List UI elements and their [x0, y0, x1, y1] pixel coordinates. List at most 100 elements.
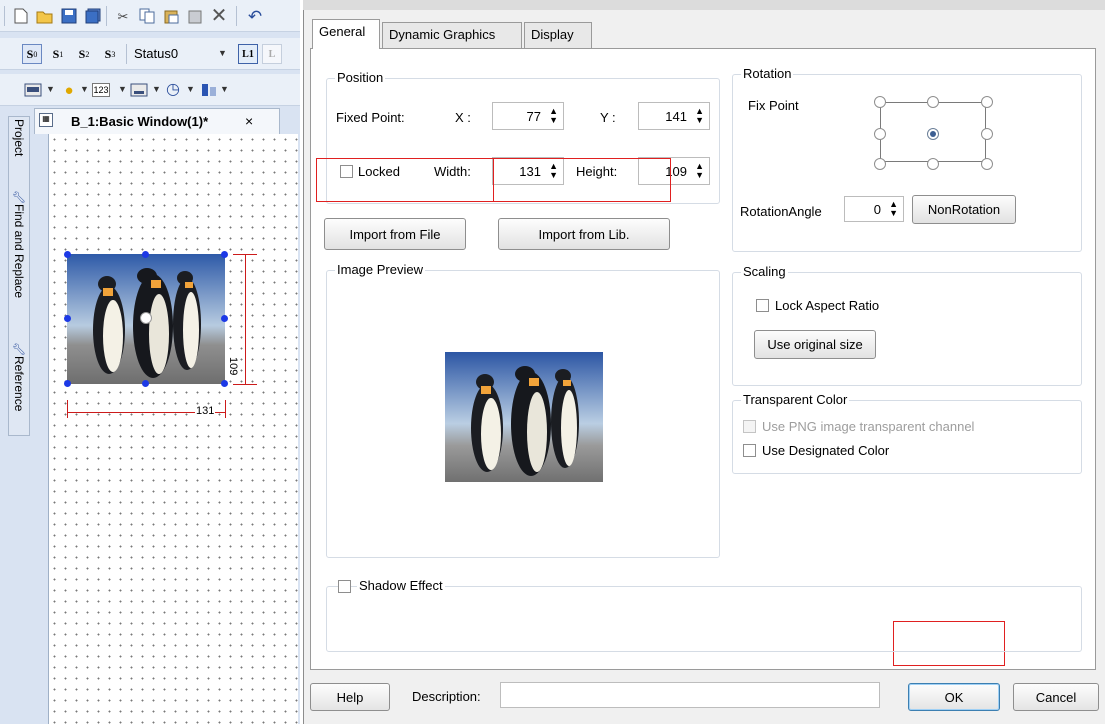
wrench-icon: 🔧︎ [12, 192, 26, 204]
resize-handle-br[interactable] [221, 380, 228, 387]
dimension-line [245, 254, 246, 384]
resize-handle-b[interactable] [142, 380, 149, 387]
close-icon[interactable]: × [245, 113, 253, 129]
paste-icon[interactable] [162, 7, 180, 25]
png-transparent-channel-checkbox[interactable] [743, 420, 756, 433]
fix-point-radio-bl[interactable] [874, 158, 886, 170]
y-spinbox[interactable]: 141 ▲ ▼ [638, 102, 710, 130]
rotation-angle-spinbox[interactable]: 0 ▲ ▼ [844, 196, 904, 222]
copy-icon[interactable] [138, 7, 156, 25]
height-dimension-label: 109 [227, 356, 239, 377]
fix-point-radio-b[interactable] [927, 158, 939, 170]
fix-point-label: Fix Point [748, 98, 799, 113]
toolbar-separator [106, 6, 107, 26]
resize-handle-r[interactable] [221, 315, 228, 322]
fix-point-radio-center[interactable] [927, 128, 939, 140]
design-canvas[interactable]: 109 131 [48, 134, 298, 724]
chevron-down-icon[interactable]: ▼ [186, 84, 195, 94]
tab-find-and-replace[interactable]: 🔧︎ Find and Replace [9, 191, 29, 298]
tab-reference-label: Reference [12, 356, 26, 412]
resize-handle-bl[interactable] [64, 380, 71, 387]
help-button[interactable]: Help [310, 683, 390, 711]
delete-icon[interactable]: ✕ [210, 6, 228, 26]
resize-handle-t[interactable] [142, 251, 149, 258]
image-preview [445, 352, 603, 482]
designated-color-checkbox[interactable] [743, 444, 756, 457]
tab-general[interactable]: General [312, 19, 380, 49]
nonrotation-button[interactable]: NonRotation [912, 195, 1016, 224]
chevron-down-icon[interactable]: ▼ [220, 84, 229, 94]
new-icon[interactable] [12, 7, 30, 25]
position-group-title: Position [335, 70, 386, 85]
layer-l2-icon[interactable]: L [262, 44, 282, 64]
description-label: Description: [412, 689, 481, 704]
use-original-size-button[interactable]: Use original size [754, 330, 876, 359]
chevron-down-icon[interactable]: ▼ [46, 84, 55, 94]
spin-arrows-icon[interactable]: ▲ ▼ [695, 162, 704, 180]
resize-handle-l[interactable] [64, 315, 71, 322]
state-button-s1[interactable]: S1 [48, 44, 68, 64]
lock-aspect-ratio-checkbox[interactable] [756, 299, 769, 312]
save-all-icon[interactable] [84, 7, 102, 25]
tab-display[interactable]: Display [524, 22, 592, 48]
meter-icon[interactable] [200, 81, 218, 99]
ok-button[interactable]: OK [908, 683, 1000, 711]
rotation-angle-label: RotationAngle [740, 204, 822, 219]
import-from-lib-button[interactable]: Import from Lib. [498, 218, 670, 250]
tab-reference[interactable]: 🔧︎ Reference [9, 343, 29, 411]
resize-handle-tr[interactable] [221, 251, 228, 258]
chevron-down-icon[interactable]: ▼ [152, 84, 161, 94]
state-button-sub: 3 [111, 49, 116, 59]
x-value: 77 [526, 108, 541, 124]
import-from-file-button[interactable]: Import from File [324, 218, 466, 250]
numeric-icon[interactable]: 123 [92, 83, 110, 97]
fix-point-radio-br[interactable] [981, 158, 993, 170]
document-tab[interactable]: ▦ B_1:Basic Window(1)* × [34, 108, 280, 134]
chevron-down-icon[interactable]: ▼ [80, 84, 89, 94]
fix-point-selector[interactable] [874, 96, 996, 170]
spin-arrows-icon[interactable]: ▲ ▼ [695, 107, 704, 125]
layer-l1-icon[interactable]: L1 [238, 44, 258, 64]
tab-project[interactable]: Project [9, 119, 29, 156]
x-spinbox[interactable]: 77 ▲ ▼ [492, 102, 564, 130]
rotation-pivot[interactable] [140, 312, 152, 324]
toolbar-separator [236, 6, 237, 26]
shadow-effect-checkbox[interactable] [338, 580, 351, 593]
fix-point-radio-tl[interactable] [874, 96, 886, 108]
highlight-box-size [493, 158, 671, 202]
dialog-titlebar [303, 0, 1105, 10]
save-icon[interactable] [60, 7, 78, 25]
undo-icon[interactable]: ↶ [246, 7, 264, 25]
keypad-icon[interactable] [130, 81, 148, 99]
cancel-button[interactable]: Cancel [1013, 683, 1099, 711]
rotation-angle-value: 0 [873, 201, 881, 217]
chevron-down-icon[interactable]: ▼ [118, 84, 127, 94]
status-select[interactable]: Status0 [134, 46, 178, 61]
paste-special-icon[interactable] [186, 7, 204, 25]
clock-icon[interactable]: ◷ [164, 81, 182, 99]
spin-arrows-icon[interactable]: ▲ ▼ [889, 200, 898, 218]
cut-icon[interactable]: ✂ [114, 7, 132, 25]
transparent-color-group: Transparent Color [732, 392, 1082, 474]
description-input[interactable] [500, 682, 880, 708]
fix-point-radio-tr[interactable] [981, 96, 993, 108]
state-button-s3[interactable]: S3 [100, 44, 120, 64]
bit-lamp-icon[interactable] [24, 81, 42, 99]
state-button-s2[interactable]: S2 [74, 44, 94, 64]
chevron-down-icon[interactable]: ▼ [218, 48, 227, 58]
tab-project-label: Project [12, 119, 26, 157]
toolbar-grip [4, 6, 5, 26]
resize-handle-tl[interactable] [64, 251, 71, 258]
lamp-icon[interactable]: ● [60, 81, 78, 99]
tab-dynamic-graphics[interactable]: Dynamic Graphics [382, 22, 522, 48]
y-value: 141 [665, 108, 687, 124]
fix-point-radio-t[interactable] [927, 96, 939, 108]
fix-point-radio-r[interactable] [981, 128, 993, 140]
state-button-s0[interactable]: S0 [22, 44, 42, 64]
spin-arrows-icon[interactable]: ▲ ▼ [549, 107, 558, 125]
state-button-sub: 1 [59, 49, 64, 59]
standard-toolbar: ✂ ✕ ↶ [0, 0, 300, 32]
open-icon[interactable] [36, 7, 54, 25]
picture-object[interactable] [64, 251, 228, 387]
fix-point-radio-l[interactable] [874, 128, 886, 140]
